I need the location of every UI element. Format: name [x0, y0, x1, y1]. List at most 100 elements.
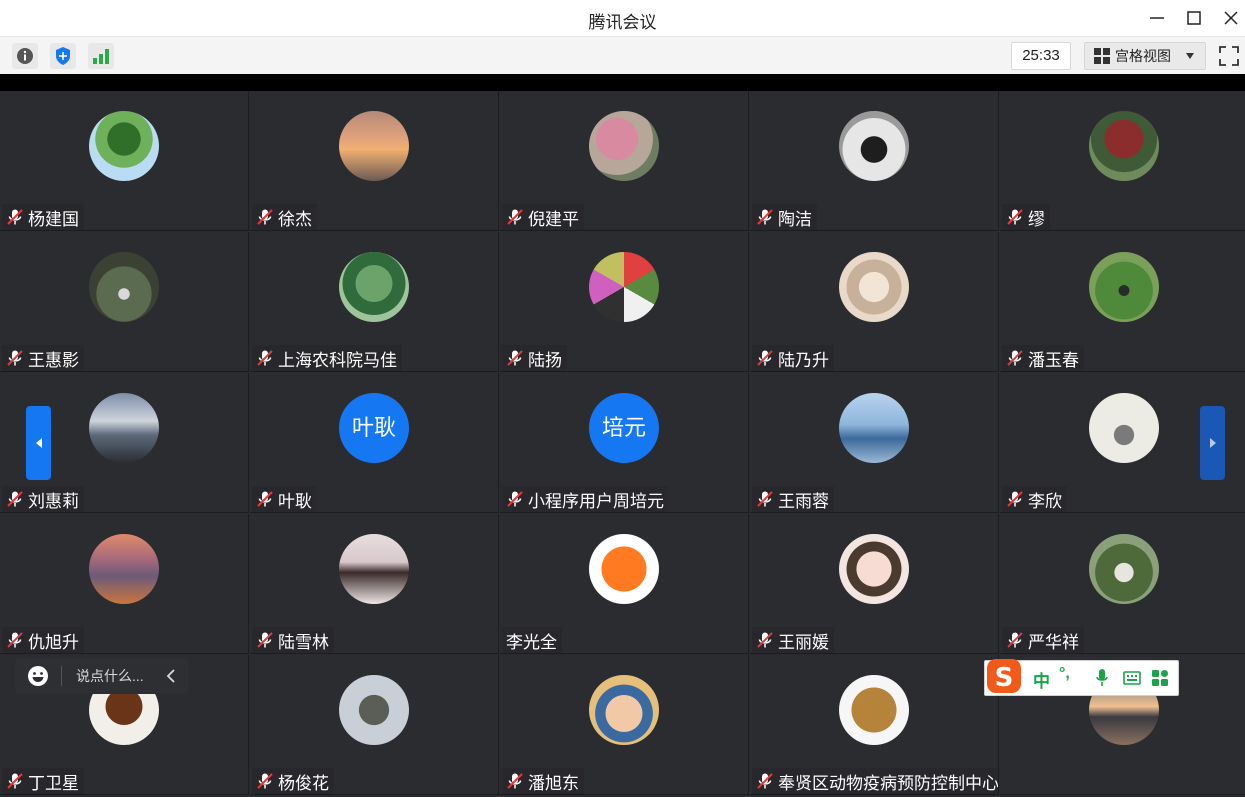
participant-tile[interactable]: 陆乃升 [750, 232, 999, 372]
mic-off-icon [257, 632, 273, 648]
microphone-icon[interactable] [1095, 668, 1109, 688]
baby-photo [589, 675, 659, 745]
security-button[interactable] [50, 43, 76, 69]
mic-off-icon [257, 350, 273, 366]
participant-name-label: 严华祥 [1002, 627, 1084, 653]
maximize-button[interactable] [1177, 4, 1211, 32]
participant-tile[interactable]: 倪建平 [500, 91, 749, 231]
participant-tile[interactable]: 潘旭东 [500, 655, 749, 795]
close-button[interactable] [1214, 4, 1245, 32]
mic-off-icon [507, 209, 523, 225]
participant-name-label: 潘旭东 [502, 768, 584, 794]
ime-mode-label[interactable]: 中 [1033, 667, 1050, 692]
participant-tile[interactable]: 徐杰 [250, 91, 499, 231]
mic-off-icon [1007, 632, 1023, 648]
statue-photo [339, 675, 409, 745]
window-title: 腾讯会议 [588, 13, 657, 32]
participant-tile[interactable]: 陶洁 [750, 91, 999, 231]
participant-name: 倪建平 [528, 209, 579, 229]
participant-name-label: 刘惠莉 [2, 486, 84, 512]
participant-tile[interactable]: 李光全 [500, 514, 749, 654]
ime-punct-label[interactable]: °, [1059, 665, 1070, 683]
participant-name: 奉贤区动物疫病预防控制中心马婧姣 [778, 773, 999, 793]
emoji-icon[interactable] [27, 665, 49, 687]
sogou-logo-icon: S [987, 659, 1021, 693]
participant-name-label: 缪 [1002, 204, 1050, 230]
participant-name: 刘惠莉 [28, 491, 79, 511]
keyboard-icon[interactable] [1123, 671, 1141, 685]
ime-toolbar[interactable]: S 中 °, [984, 659, 1179, 696]
girl-portrait-photo [839, 534, 909, 604]
tree-photo [89, 111, 159, 181]
mic-off-icon [757, 491, 773, 507]
participant-name: 潘旭东 [528, 773, 579, 793]
participant-tile[interactable]: 仇旭升 [0, 514, 249, 654]
participant-tile[interactable]: 王惠影 [0, 232, 249, 372]
mic-off-icon [7, 209, 23, 225]
participant-tile[interactable]: 培元 小程序用户周培元 [500, 373, 749, 513]
prev-page-button[interactable] [26, 406, 51, 480]
toolbox-icon[interactable] [1151, 669, 1169, 687]
participant-name-label: 小程序用户周培元 [502, 486, 669, 512]
participant-name: 仇旭升 [28, 632, 79, 652]
minimize-icon [1150, 17, 1164, 19]
chevron-left-icon [35, 438, 42, 448]
participant-tile[interactable]: 缪 [1000, 91, 1245, 231]
participant-tile[interactable]: 杨建国 [0, 91, 249, 231]
grid-view-icon [1094, 48, 1110, 64]
participant-tile[interactable]: 潘玉春 [1000, 232, 1245, 372]
participant-name: 严华祥 [1028, 632, 1079, 652]
participant-name-label: 杨俊花 [252, 768, 334, 794]
pattern-photo [589, 252, 659, 322]
red-tree-photo [1089, 111, 1159, 181]
participant-name-label: 倪建平 [502, 204, 584, 230]
chat-input[interactable]: 说点什么... [76, 666, 166, 686]
mic-off-icon [257, 491, 273, 507]
participant-avatar: 叶耿 [339, 393, 409, 463]
minimize-button[interactable] [1140, 4, 1174, 32]
mic-off-icon [507, 491, 523, 507]
meeting-toolbar: 25:33 宫格视图 [0, 37, 1245, 75]
participant-tile[interactable]: 上海农科院马佳 [250, 232, 499, 372]
mic-off-icon [7, 491, 23, 507]
participant-name-label: 潘玉春 [1002, 345, 1084, 371]
participant-tile[interactable]: 王雨蓉 [750, 373, 999, 513]
participant-tile[interactable]: 王丽媛 [750, 514, 999, 654]
participant-name: 杨俊花 [278, 773, 329, 793]
participant-tile[interactable]: 严华祥 [1000, 514, 1245, 654]
participant-name-label: 陆乃升 [752, 345, 834, 371]
meeting-timer: 25:33 [1011, 42, 1071, 70]
signal-icon [93, 49, 109, 64]
next-page-button[interactable] [1200, 406, 1225, 480]
participant-tile[interactable]: 奉贤区动物疫病预防控制中心马婧姣 [750, 655, 999, 795]
mic-off-icon [757, 632, 773, 648]
misty-lake-photo [339, 534, 409, 604]
participant-name: 徐杰 [278, 209, 312, 229]
participant-tile[interactable]: 陆雪林 [250, 514, 499, 654]
participant-name-label: 王丽媛 [752, 627, 834, 653]
mic-off-icon [507, 773, 523, 789]
blossom-photo [589, 111, 659, 181]
mic-off-icon [1007, 491, 1023, 507]
mic-off-icon [257, 773, 273, 789]
participant-tile[interactable]: 杨俊花 [250, 655, 499, 795]
info-button[interactable] [12, 43, 38, 69]
collapse-chat-icon[interactable] [166, 669, 176, 683]
info-icon [17, 48, 33, 64]
ink-painting-photo [1089, 393, 1159, 463]
participant-tile[interactable]: 陆扬 [500, 232, 749, 372]
view-mode-label: 宫格视图 [1115, 48, 1171, 64]
participant-name: 杨建国 [28, 209, 79, 229]
forest-photo [89, 252, 159, 322]
person-park-photo [1089, 252, 1159, 322]
beach-sky-photo [89, 393, 159, 463]
view-mode-dropdown[interactable]: 宫格视图 [1084, 42, 1206, 70]
signal-button[interactable] [88, 43, 114, 69]
participant-name: 李欣 [1028, 491, 1062, 511]
chat-input-bar[interactable]: 说点什么... [15, 658, 188, 694]
participant-name-label: 陆扬 [502, 345, 567, 371]
mic-off-icon [7, 773, 23, 789]
fullscreen-button[interactable] [1215, 42, 1243, 70]
participant-tile[interactable]: 叶耿 叶耿 [250, 373, 499, 513]
participant-name-label: 奉贤区动物疫病预防控制中心马婧姣 [752, 768, 999, 794]
